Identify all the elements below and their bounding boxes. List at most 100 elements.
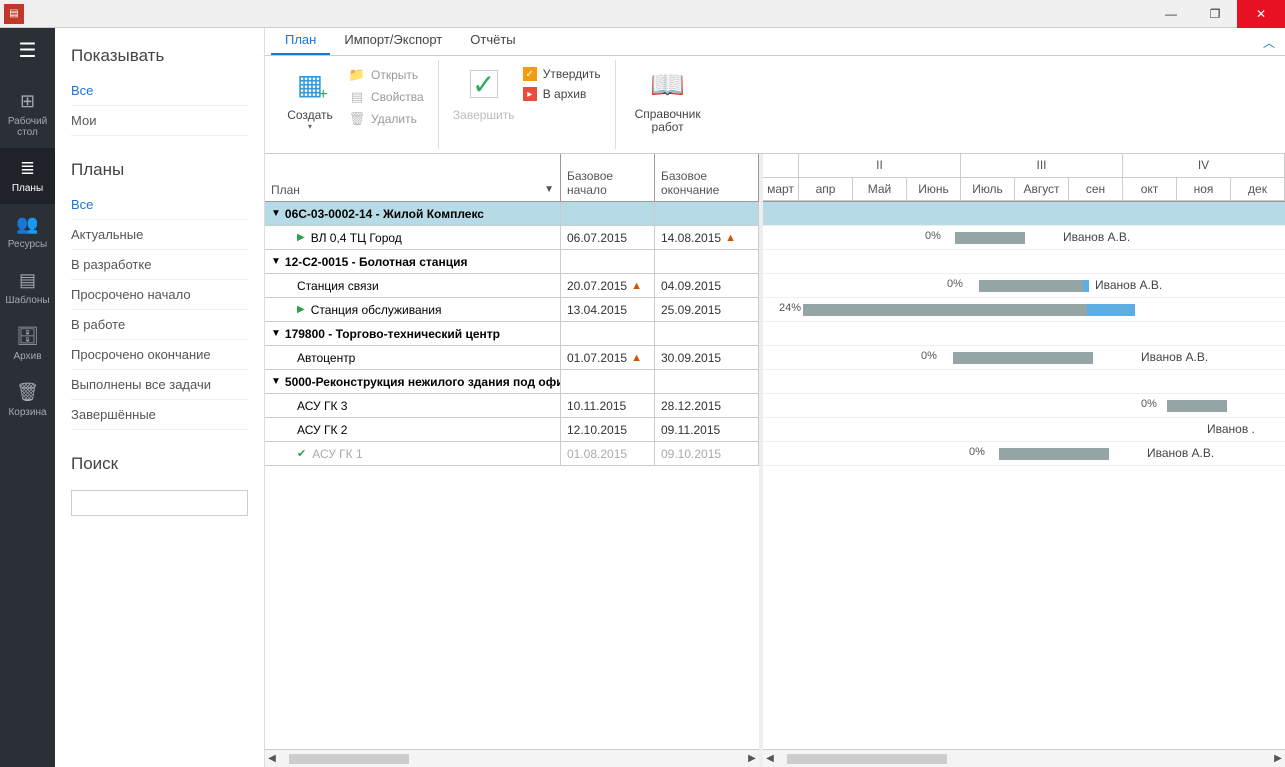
gantt-row[interactable]: 0%Иванов А.В. (763, 442, 1285, 466)
end-date: 09.10.2015 (661, 447, 721, 461)
gantt-row[interactable] (763, 370, 1285, 394)
table-row[interactable]: АСУ ГК 310.11.201528.12.2015 (265, 394, 759, 418)
nav-item-3[interactable]: ▤Шаблоны (0, 260, 55, 316)
table-row[interactable]: ▼ 5000-Реконструкция нежилого здания под … (265, 370, 759, 394)
task-name: 5000-Реконструкция нежилого здания под о… (285, 375, 561, 389)
show-filter-0[interactable]: Все (71, 76, 248, 106)
plan-filter-4[interactable]: В работе (71, 310, 248, 340)
create-button[interactable]: ▦ + Создать ▾ (275, 60, 345, 135)
gantt-row[interactable]: Иванов . (763, 418, 1285, 442)
start-date: 13.04.2015 (567, 303, 627, 317)
task-name: АСУ ГК 2 (297, 423, 347, 437)
show-filter-1[interactable]: Мои (71, 106, 248, 136)
nav-item-4[interactable]: 🗄Архив (0, 316, 55, 372)
gantt-hscroll[interactable]: ◀▶ (763, 749, 1285, 767)
expand-toggle-icon[interactable]: ▼ (271, 256, 281, 267)
start-date: 10.11.2015 (567, 399, 626, 413)
table-row[interactable]: ✔АСУ ГК 101.08.201509.10.2015 (265, 442, 759, 466)
expand-toggle-icon[interactable]: ▼ (271, 376, 281, 387)
nav-icon: 🗄 (16, 326, 39, 347)
col-plan-header[interactable]: План▼ (265, 154, 561, 201)
plan-filter-2[interactable]: В разработке (71, 250, 248, 280)
archive-icon: ▸ (523, 87, 537, 101)
gantt-bar[interactable] (953, 352, 1093, 364)
table-row[interactable]: ▶ВЛ 0,4 ТЦ Город06.07.201514.08.2015 ▲ (265, 226, 759, 250)
gantt-header: IIIIIIV мартапрМайИюньИюльАвгустсеноктно… (763, 154, 1285, 202)
ribbon-tab-1[interactable]: Импорт/Экспорт (330, 26, 456, 55)
gantt-row[interactable]: 0% (763, 394, 1285, 418)
open-button[interactable]: 📁Открыть (345, 64, 428, 86)
handbook-button[interactable]: 📖 Справочник работ (626, 60, 710, 138)
table-row[interactable]: ▼ 12-С2-0015 - Болотная станция (265, 250, 759, 274)
nav-icon: 🗑 (16, 382, 39, 403)
table-row[interactable]: Станция связи20.07.2015 ▲04.09.2015 (265, 274, 759, 298)
month-header: Июнь (907, 178, 961, 202)
gantt-row[interactable]: 24% (763, 298, 1285, 322)
quarter-header: II (799, 154, 961, 178)
gantt-row[interactable] (763, 250, 1285, 274)
month-header: апр (799, 178, 853, 202)
maximize-button[interactable]: ❐ (1193, 0, 1237, 28)
expand-toggle-icon[interactable]: ▼ (271, 328, 281, 339)
gantt-row[interactable]: 0%Иванов А.В. (763, 226, 1285, 250)
nav-item-2[interactable]: 👥Ресурсы (0, 204, 55, 260)
gantt-bar[interactable] (955, 232, 1025, 244)
nav-icon: ▤ (19, 270, 36, 291)
gantt-bar[interactable] (999, 448, 1109, 460)
complete-button[interactable]: ✓ Завершить (449, 60, 519, 126)
table-row[interactable]: Автоцентр01.07.2015 ▲30.09.2015 (265, 346, 759, 370)
grid-header: План▼ Базовое начало Базовое окончание (265, 154, 759, 202)
nav-icon: ⊞ (20, 91, 35, 112)
task-name: ВЛ 0,4 ТЦ Город (311, 231, 402, 245)
progress-label: 0% (925, 230, 941, 242)
end-date: 09.11.2015 (661, 423, 720, 437)
month-header: сен (1069, 178, 1123, 202)
approve-button[interactable]: ✓Утвердить (519, 64, 605, 84)
nav-icon: 👥 (16, 214, 38, 235)
plan-filter-7[interactable]: Завершённые (71, 400, 248, 430)
table-row[interactable]: ▼179800 - Торгово-технический центр (265, 322, 759, 346)
gantt-row[interactable] (763, 202, 1285, 226)
close-button[interactable]: ✕ (1237, 0, 1285, 28)
ribbon-collapse-icon[interactable]: ︿ (1263, 34, 1275, 51)
owner-label: Иванов А.В. (1095, 278, 1162, 292)
plan-filter-3[interactable]: Просрочено начало (71, 280, 248, 310)
gantt-bar[interactable] (1167, 400, 1227, 412)
plan-filter-0[interactable]: Все (71, 190, 248, 220)
gantt-row[interactable]: 0%Иванов А.В. (763, 274, 1285, 298)
grid-hscroll[interactable]: ◀▶ (265, 749, 759, 767)
gantt-bar[interactable] (803, 304, 1087, 316)
nav-item-0[interactable]: ⊞Рабочий стол (0, 81, 55, 148)
search-input[interactable] (71, 490, 248, 516)
plan-filter-6[interactable]: Выполнены все задачи (71, 370, 248, 400)
task-name: 12-С2-0015 - Болотная станция (285, 255, 468, 269)
gantt-row[interactable]: 0%Иванов А.В. (763, 346, 1285, 370)
nav-icon: ≣ (20, 158, 35, 179)
titlebar: ▤ — ❐ ✕ (0, 0, 1285, 28)
plan-filter-5[interactable]: Просрочено окончание (71, 340, 248, 370)
gantt-row[interactable] (763, 322, 1285, 346)
table-row[interactable]: ▼06С-03-0002-14 - Жилой Комплекс (265, 202, 759, 226)
task-name: Автоцентр (297, 351, 355, 365)
ribbon-tab-2[interactable]: Отчёты (456, 26, 529, 55)
delete-button[interactable]: 🗑Удалить (345, 108, 428, 130)
hamburger-icon[interactable]: ☰ (19, 38, 37, 63)
archive-button[interactable]: ▸В архив (519, 84, 605, 104)
nav-item-5[interactable]: 🗑Корзина (0, 372, 55, 428)
gantt-bar[interactable] (979, 280, 1083, 292)
table-row[interactable]: АСУ ГК 212.10.201509.11.2015 (265, 418, 759, 442)
col-start-header[interactable]: Базовое начало (561, 154, 655, 201)
col-end-header[interactable]: Базовое окончание (655, 154, 759, 201)
properties-button[interactable]: ▤Свойства (345, 86, 428, 108)
owner-label: Иванов А.В. (1141, 350, 1208, 364)
warning-icon: ▲ (631, 280, 642, 292)
create-icon: ▦ + (290, 64, 330, 104)
nav-item-1[interactable]: ≣Планы (0, 148, 55, 204)
task-grid: План▼ Базовое начало Базовое окончание ▼… (265, 154, 763, 767)
ribbon-tab-0[interactable]: План (271, 26, 330, 55)
plan-filter-1[interactable]: Актуальные (71, 220, 248, 250)
search-title: Поиск (71, 454, 248, 474)
expand-toggle-icon[interactable]: ▼ (271, 208, 281, 219)
table-row[interactable]: ▶Станция обслуживания13.04.201525.09.201… (265, 298, 759, 322)
minimize-button[interactable]: — (1149, 0, 1193, 28)
